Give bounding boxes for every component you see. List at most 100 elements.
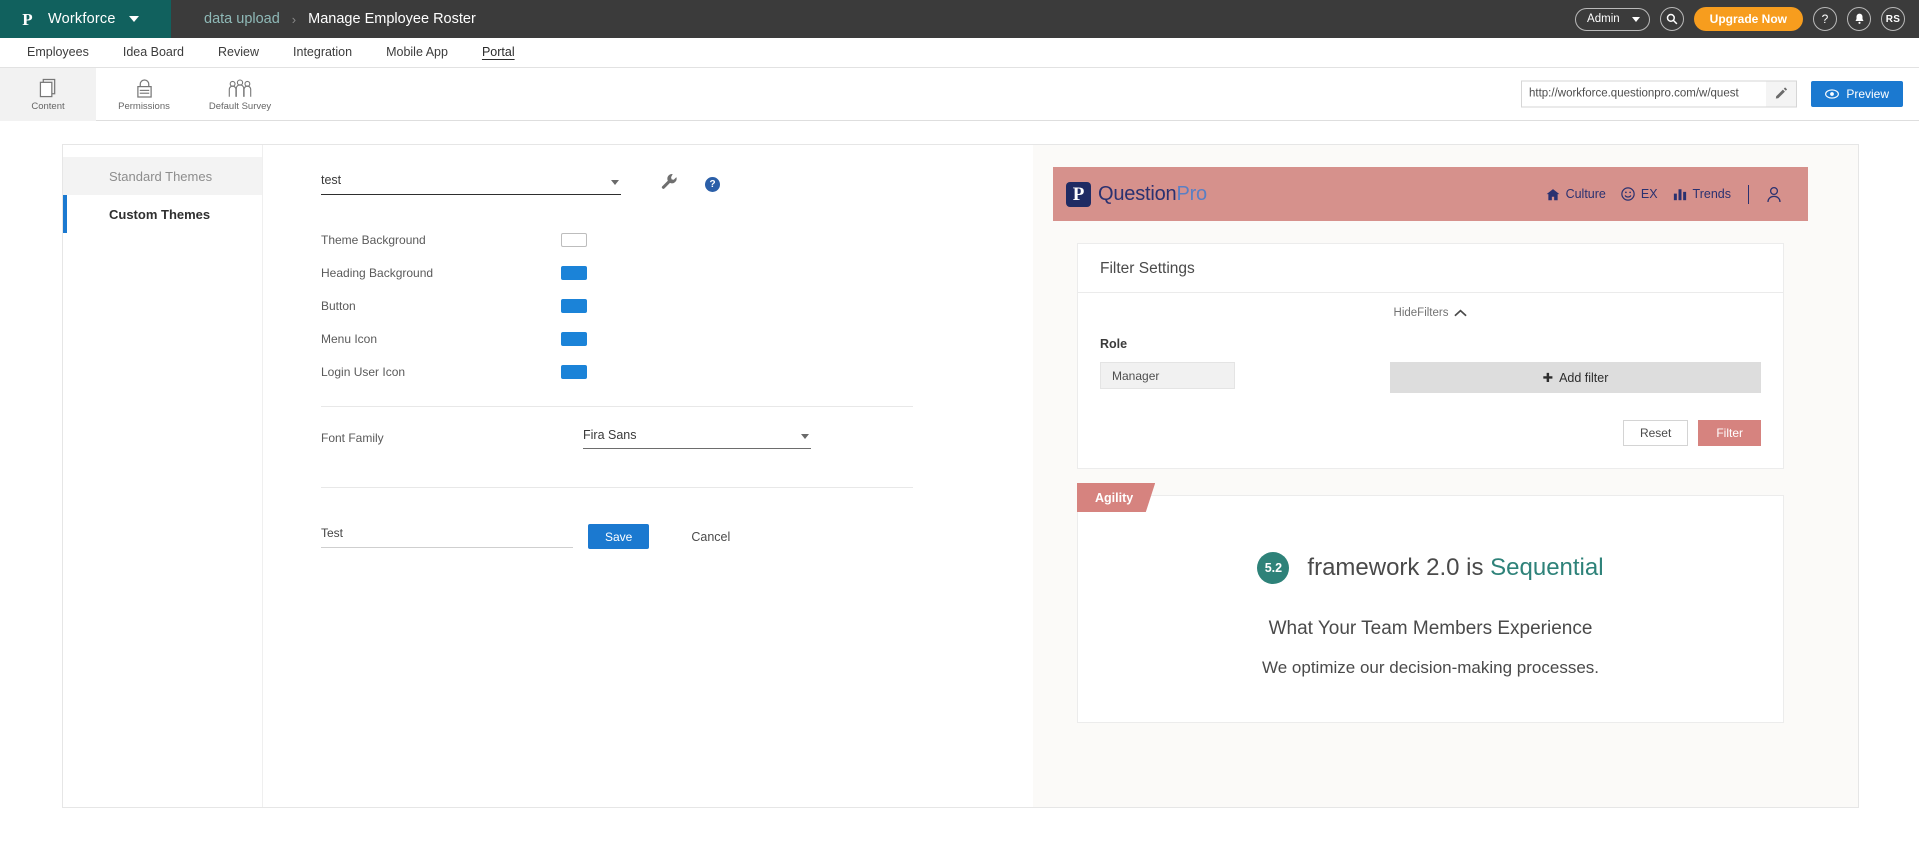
color-row-menu-icon: Menu Icon bbox=[321, 322, 1033, 355]
menu-item-integration[interactable]: Integration bbox=[276, 38, 369, 67]
color-swatch-theme-background[interactable] bbox=[561, 232, 587, 247]
framework-text: framework 2.0 is Sequential bbox=[1307, 554, 1603, 582]
filter-action-column: ✚ Add filter Reset Filter bbox=[1366, 337, 1761, 446]
theme-select-row: test ? bbox=[321, 173, 1033, 195]
toolbar-button-content[interactable]: Content bbox=[0, 67, 96, 121]
menu-item-employees[interactable]: Employees bbox=[10, 38, 106, 67]
breadcrumb-parent[interactable]: data upload bbox=[204, 11, 280, 27]
search-button[interactable] bbox=[1659, 7, 1684, 31]
filter-grid: Role Manager ✚ Add filter Reset Filter bbox=[1100, 337, 1761, 446]
font-family-row: Font Family Fira Sans bbox=[321, 407, 1033, 469]
agility-section: Agility 5.2 framework 2.0 is Sequential … bbox=[1077, 483, 1784, 723]
font-family-select[interactable]: Fira Sans bbox=[583, 428, 811, 449]
experience-title: What Your Team Members Experience bbox=[1268, 618, 1593, 639]
color-swatch-menu-icon[interactable] bbox=[561, 331, 587, 346]
color-swatch-heading-background[interactable] bbox=[561, 265, 587, 280]
theme-sidebar: Standard Themes Custom Themes bbox=[63, 145, 263, 807]
role-input[interactable]: Manager bbox=[1100, 362, 1235, 389]
preview-nav-label: Culture bbox=[1565, 187, 1606, 201]
chevron-down-icon bbox=[611, 180, 619, 185]
divider bbox=[321, 487, 913, 488]
theme-editor-panel: Standard Themes Custom Themes test ? The… bbox=[62, 144, 1859, 808]
question-mark-icon: ? bbox=[1821, 12, 1829, 26]
theme-name-input[interactable]: Test bbox=[321, 526, 573, 548]
breadcrumb-separator-icon: › bbox=[291, 11, 297, 27]
color-label: Button bbox=[321, 298, 356, 313]
menu-item-portal[interactable]: Portal bbox=[465, 38, 532, 67]
questionpro-badge-icon: P bbox=[1066, 181, 1091, 207]
toolbar-label-content: Content bbox=[31, 100, 65, 112]
save-button[interactable]: Save bbox=[588, 524, 650, 549]
smiley-icon bbox=[1621, 187, 1635, 201]
menu-item-review[interactable]: Review bbox=[201, 38, 276, 67]
toolbar-button-default-survey[interactable]: Default Survey bbox=[192, 68, 288, 121]
preview-body: Filter Settings HideFilters Role Manager bbox=[1053, 221, 1808, 723]
preview-user-button[interactable] bbox=[1766, 186, 1782, 203]
add-filter-label: Add filter bbox=[1559, 370, 1609, 385]
help-icon[interactable]: ? bbox=[705, 176, 720, 192]
upgrade-now-button[interactable]: Upgrade Now bbox=[1693, 7, 1803, 31]
user-icon bbox=[1767, 186, 1781, 202]
chevron-down-icon bbox=[801, 433, 809, 439]
pencil-icon[interactable] bbox=[1766, 86, 1796, 102]
avatar[interactable]: RS bbox=[1881, 7, 1905, 31]
color-row-theme-background: Theme Background bbox=[321, 223, 1033, 256]
preview-header: P QuestionPro Culture EX Trends bbox=[1053, 167, 1808, 221]
brand-block[interactable]: P Workforce bbox=[0, 0, 171, 38]
main-menu-bar: Employees Idea Board Review Integration … bbox=[0, 38, 1919, 68]
menu-item-idea-board[interactable]: Idea Board bbox=[106, 38, 201, 67]
notifications-button[interactable] bbox=[1847, 7, 1871, 31]
hide-filters-toggle[interactable]: HideFilters bbox=[1100, 293, 1761, 331]
top-bar-actions: Admin Upgrade Now ? RS bbox=[1575, 0, 1905, 38]
wrench-icon[interactable] bbox=[661, 173, 678, 195]
top-bar: P Workforce data upload › Manage Employe… bbox=[0, 0, 1919, 38]
avatar-initials: RS bbox=[1885, 13, 1901, 25]
menu-item-mobile-app[interactable]: Mobile App bbox=[369, 38, 465, 67]
cancel-button[interactable]: Cancel bbox=[691, 530, 730, 544]
color-row-heading-background: Heading Background bbox=[321, 256, 1033, 289]
preview-nav-culture[interactable]: Culture bbox=[1546, 187, 1606, 201]
theme-color-list: Theme Background Heading Background Butt… bbox=[321, 223, 1033, 388]
framework-text-main: framework 2.0 is bbox=[1307, 554, 1484, 581]
add-filter-button[interactable]: ✚ Add filter bbox=[1390, 362, 1761, 393]
preview-button[interactable]: Preview bbox=[1811, 81, 1903, 107]
preview-nav-label: EX bbox=[1640, 187, 1658, 201]
filter-settings-title: Filter Settings bbox=[1100, 260, 1195, 277]
theme-select[interactable]: test bbox=[321, 173, 621, 195]
hide-filters-label: HideFilters bbox=[1393, 307, 1449, 319]
portal-preview-pane: P QuestionPro Culture EX Trends Filter S… bbox=[1033, 145, 1858, 807]
sub-toolbar: Content Permissions Default Survey http:… bbox=[0, 67, 1919, 121]
framework-line: 5.2 framework 2.0 is Sequential bbox=[1078, 552, 1783, 584]
bar-chart-icon bbox=[1673, 188, 1686, 200]
reset-button[interactable]: Reset bbox=[1622, 420, 1689, 446]
toolbar-button-permissions[interactable]: Permissions bbox=[96, 68, 192, 121]
filter-button[interactable]: Filter bbox=[1698, 420, 1761, 446]
color-label: Login User Icon bbox=[321, 364, 406, 379]
pages-icon bbox=[39, 77, 58, 99]
sidebar-item-custom-themes[interactable]: Custom Themes bbox=[63, 195, 262, 233]
preview-nav-ex[interactable]: EX bbox=[1621, 187, 1658, 201]
portal-url-field[interactable]: http://workforce.questionpro.com/w/quest bbox=[1521, 80, 1797, 108]
portal-url-value[interactable]: http://workforce.questionpro.com/w/quest bbox=[1522, 81, 1766, 107]
preview-nav-trends[interactable]: Trends bbox=[1673, 187, 1731, 201]
sidebar-item-standard-themes[interactable]: Standard Themes bbox=[63, 157, 262, 195]
breadcrumb: data upload › Manage Employee Roster bbox=[171, 11, 476, 27]
font-family-value: Fira Sans bbox=[583, 427, 637, 442]
lock-icon bbox=[136, 77, 153, 99]
color-swatch-button[interactable] bbox=[561, 298, 587, 313]
toolbar-label-permissions: Permissions bbox=[118, 100, 170, 112]
home-icon bbox=[1546, 188, 1559, 200]
theme-select-value: test bbox=[321, 173, 342, 187]
framework-text-highlight: Sequential bbox=[1490, 554, 1604, 581]
color-label: Heading Background bbox=[321, 265, 434, 280]
logo-text-main: Question bbox=[1098, 182, 1177, 205]
admin-menu-button[interactable]: Admin bbox=[1575, 7, 1650, 31]
filter-settings-card: Filter Settings HideFilters Role Manager bbox=[1077, 243, 1784, 469]
color-label: Menu Icon bbox=[321, 331, 378, 346]
breadcrumb-current: Manage Employee Roster bbox=[308, 11, 476, 27]
chevron-down-icon[interactable] bbox=[128, 16, 139, 22]
help-button[interactable]: ? bbox=[1813, 7, 1837, 31]
search-icon bbox=[1666, 13, 1678, 25]
preview-logo-text: QuestionPro bbox=[1098, 183, 1207, 206]
color-swatch-login-user-icon[interactable] bbox=[561, 364, 587, 379]
